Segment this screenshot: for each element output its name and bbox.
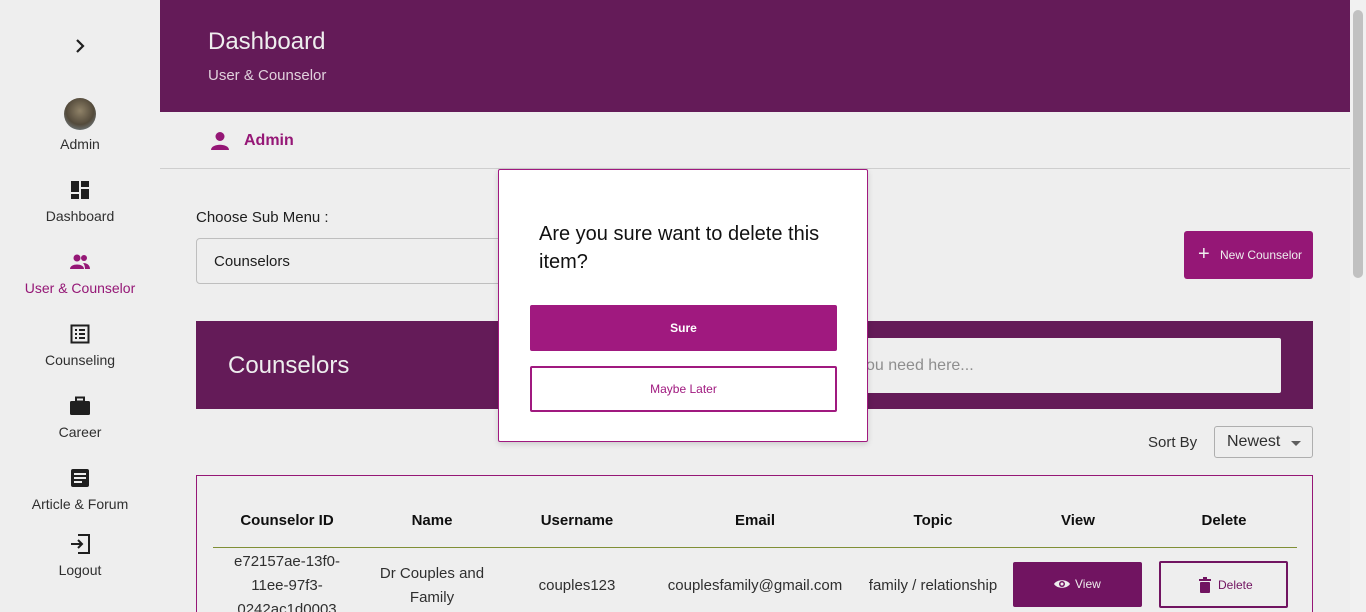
- scrollbar[interactable]: [1350, 0, 1366, 612]
- cancel-button[interactable]: Maybe Later: [530, 366, 837, 412]
- dialog-message: Are you sure want to delete this item?: [539, 223, 820, 273]
- delete-confirm-dialog: Are you sure want to delete this item? S…: [498, 169, 868, 442]
- confirm-button[interactable]: Sure: [530, 305, 837, 351]
- scrollbar-thumb[interactable]: [1353, 10, 1363, 278]
